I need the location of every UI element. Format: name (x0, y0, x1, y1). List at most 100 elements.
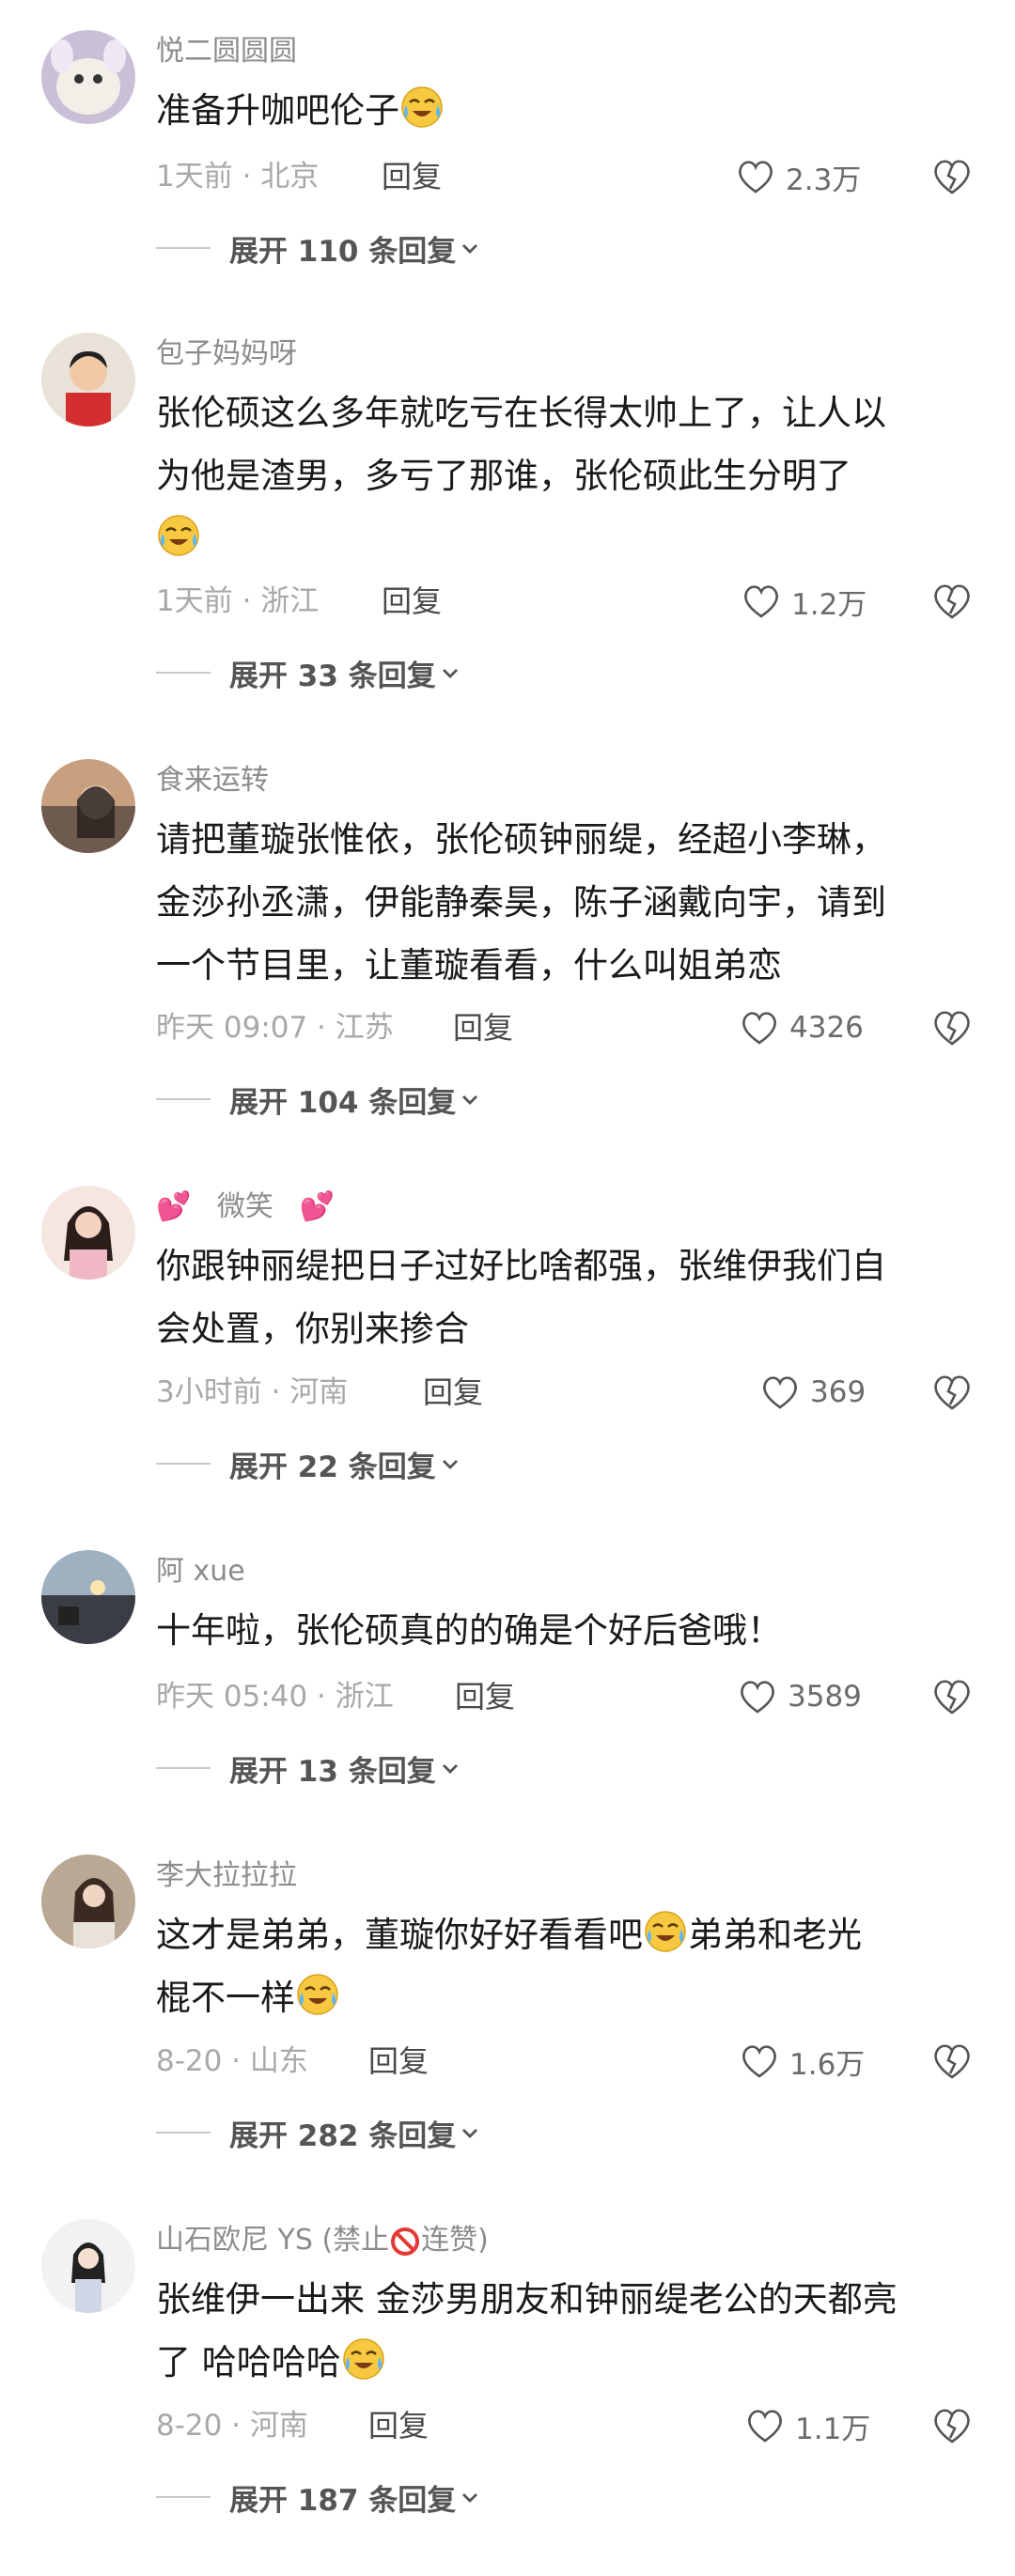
meta-time-location: 1天前 · 北京 (156, 160, 320, 194)
username[interactable]: 悦二圆圆圆 (156, 30, 297, 73)
laughing-tears-emoji-icon (341, 2336, 386, 2382)
time: 昨天 09:07 (156, 1011, 308, 1045)
like-count: 3589 (788, 1680, 862, 1714)
dislike-icon[interactable] (930, 2040, 974, 2083)
divider (156, 1767, 211, 1769)
expand-replies[interactable]: 展开 13 条回复 (156, 1746, 461, 1791)
prohibited-icon (389, 2226, 421, 2258)
meta-time-location: 昨天 09:07 · 江苏 (156, 1011, 394, 1045)
like-button[interactable]: 3589 (737, 1674, 862, 1719)
reply-button[interactable]: 回复 (368, 2403, 429, 2448)
username[interactable]: 阿 xue (156, 1550, 245, 1593)
location: 浙江 (335, 1680, 394, 1714)
time: 1天前 (156, 584, 233, 618)
comment-text: 张维伊一出来 金莎男朋友和钟丽缇老公的天都亮 了 哈哈哈哈 (156, 2268, 983, 2394)
expand-replies[interactable]: 展开 22 条回复 (156, 1441, 461, 1486)
time: 昨天 05:40 (156, 1680, 308, 1714)
avatar[interactable] (41, 1854, 135, 1948)
expand-replies-label[interactable]: 展开 33 条回复 (229, 652, 461, 694)
chevron-down-icon (460, 1090, 480, 1110)
meta-time-location: 8-20 · 山东 (156, 2044, 308, 2078)
time: 3小时前 (156, 1375, 262, 1409)
expand-replies-label[interactable]: 展开 110 条回复 (229, 227, 480, 270)
username-text: 山石欧尼 YS (禁止 (156, 2224, 390, 2257)
expand-replies-label[interactable]: 展开 104 条回复 (229, 1079, 480, 1121)
expand-replies-label[interactable]: 展开 13 条回复 (229, 1747, 461, 1790)
chevron-down-icon (440, 663, 461, 684)
divider (156, 2496, 211, 2498)
reply-button[interactable]: 回复 (455, 1674, 515, 1719)
location: 浙江 (260, 584, 320, 618)
like-count: 4326 (789, 1011, 864, 1045)
avatar[interactable] (41, 2219, 135, 2313)
like-button[interactable]: 4326 (739, 1005, 864, 1050)
dislike-icon[interactable] (930, 580, 974, 623)
comment-item: 李大拉拉拉 这才是弟弟，董璇你好好看看吧 弟弟和老光 棍不一样 8-20 · 山东… (0, 1854, 1015, 2211)
username[interactable]: 山石欧尼 YS (禁止 连赞) (156, 2219, 489, 2262)
comment-line: 请把董璇张惟依，张伦硕钟丽缇，经超小李琳， (156, 819, 886, 860)
like-button[interactable]: 369 (759, 1370, 866, 1415)
comment-text: 请把董璇张惟依，张伦硕钟丽缇，经超小李琳， 金莎孙丞潇，伊能静秦昊，陈子涵戴向宇… (156, 808, 983, 997)
comment-text: 你跟钟丽缇把日子过好比啥都强，张维伊我们自 会处置，你别来掺合 (156, 1234, 983, 1360)
dislike-icon[interactable] (930, 155, 974, 198)
comment-line: 这才是弟弟，董璇你好好看看吧 (156, 1915, 643, 1955)
like-count: 1.6万 (789, 2047, 866, 2082)
location: 河南 (249, 2409, 308, 2443)
reply-button[interactable]: 回复 (453, 1005, 513, 1050)
crying-emoji-icon (295, 1972, 340, 2017)
comment-line: 准备升咖吧伦子 (156, 90, 399, 131)
like-button[interactable]: 2.3万 (735, 154, 861, 199)
like-button[interactable]: 1.1万 (744, 2403, 870, 2448)
comment-line: 为他是渣男，多亏了那谁，张伦硕此生分明了 (156, 456, 851, 496)
reply-button[interactable]: 回复 (423, 1370, 483, 1415)
avatar[interactable] (41, 759, 135, 853)
like-button[interactable]: 1.2万 (741, 579, 867, 624)
location: 河南 (289, 1375, 349, 1409)
expand-replies-label[interactable]: 展开 187 条回复 (229, 2476, 480, 2519)
dislike-icon[interactable] (930, 1371, 974, 1414)
expand-replies[interactable]: 展开 104 条回复 (156, 1077, 480, 1122)
heart-icon (737, 1676, 778, 1717)
reply-button[interactable]: 回复 (368, 2039, 429, 2084)
meta-time-location: 8-20 · 河南 (156, 2409, 308, 2443)
username-text: 微笑 (216, 1190, 273, 1223)
username[interactable]: 💕 微笑 💕 (156, 1186, 335, 1229)
avatar[interactable] (41, 333, 135, 427)
dislike-icon[interactable] (930, 1006, 974, 1049)
comment-line: 了 哈哈哈哈 (156, 2342, 341, 2382)
like-count: 1.1万 (795, 2412, 871, 2446)
dislike-icon[interactable] (930, 1675, 974, 1718)
comment-item: 阿 xue 十年啦，张伦硕真的的确是个好后爸哦！ 昨天 05:40 · 浙江 回… (0, 1550, 1015, 1907)
divider (156, 247, 211, 249)
comment-line: 会处置，你别来掺合 (156, 1309, 469, 1349)
reply-button[interactable]: 回复 (382, 579, 442, 624)
location: 山东 (249, 2044, 308, 2078)
comment-line: 弟弟和老光 (688, 1915, 862, 1955)
avatar[interactable] (41, 1550, 135, 1644)
avatar[interactable] (41, 1186, 135, 1280)
meta-time-location: 昨天 05:40 · 浙江 (156, 1680, 394, 1714)
username[interactable]: 李大拉拉拉 (156, 1854, 297, 1898)
username[interactable]: 包子妈妈呀 (156, 333, 297, 376)
avatar[interactable] (41, 30, 135, 124)
expand-replies-label[interactable]: 展开 282 条回复 (229, 2112, 480, 2154)
heart-icon (739, 2041, 780, 2082)
dislike-icon[interactable] (930, 2404, 974, 2447)
username[interactable]: 食来运转 (156, 759, 269, 802)
expand-replies[interactable]: 展开 33 条回复 (156, 650, 461, 695)
expand-replies-label[interactable]: 展开 22 条回复 (229, 1443, 461, 1485)
divider (156, 672, 211, 674)
expand-replies[interactable]: 展开 187 条回复 (156, 2475, 480, 2520)
comment-line: 你跟钟丽缇把日子过好比啥都强，张维伊我们自 (156, 1246, 886, 1286)
laughing-tears-emoji-icon (156, 513, 201, 558)
expand-replies[interactable]: 展开 110 条回复 (156, 225, 480, 271)
comment-item: 💕 微笑 💕 你跟钟丽缇把日子过好比啥都强，张维伊我们自 会处置，你别来掺合 3… (0, 1186, 1015, 1543)
heart-icon (759, 1372, 801, 1413)
like-count: 2.3万 (786, 163, 862, 197)
heart-icon (744, 2405, 786, 2446)
like-button[interactable]: 1.6万 (739, 2039, 865, 2084)
meta-time-location: 3小时前 · 河南 (156, 1375, 349, 1409)
crying-laughing-emoji-icon (399, 85, 445, 130)
reply-button[interactable]: 回复 (382, 154, 442, 199)
expand-replies[interactable]: 展开 282 条回复 (156, 2110, 480, 2155)
